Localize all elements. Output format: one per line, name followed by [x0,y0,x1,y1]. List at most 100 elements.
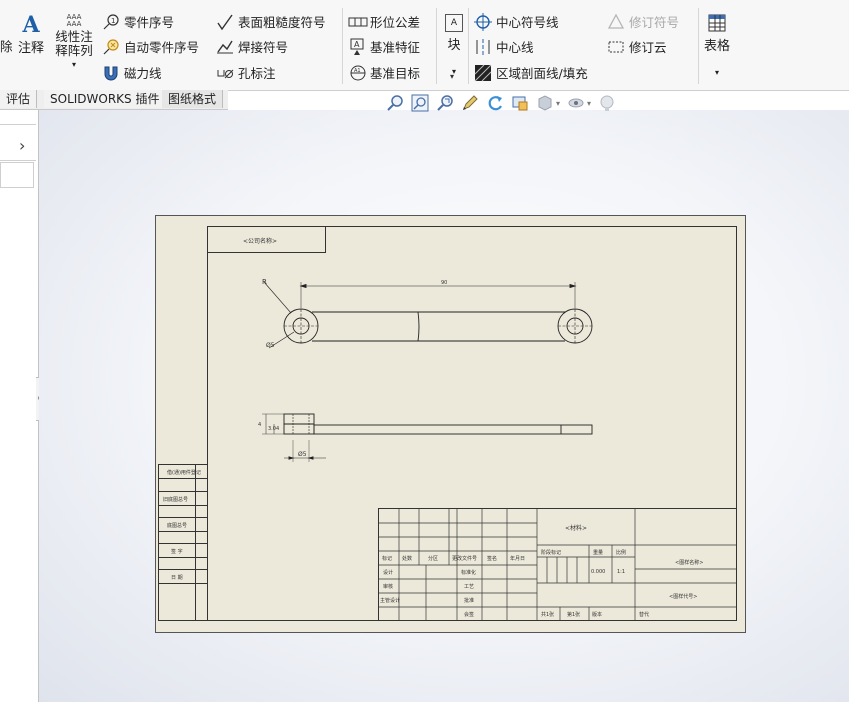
tab-evaluate[interactable]: 评估 [0,90,38,108]
dimension-height-1[interactable]: 4 [258,422,261,428]
hole-callout-button[interactable]: 孔标注 [216,63,276,82]
datum-feature-button[interactable]: A 基准特征 [348,37,420,56]
heads-up-view-toolbar: ▾ ▾ [386,94,616,112]
sketch-pencil-icon[interactable] [461,94,479,112]
rotate-view-icon[interactable] [486,94,504,112]
tb-sheet-total: 共1张 [541,612,555,618]
balloon-label: 零件序号 [124,15,175,30]
cut-button[interactable]: 除 [0,36,13,55]
datum-feature-icon: A [348,38,366,56]
tb-drawing-name[interactable]: <图样名称> [675,559,703,566]
block-icon: A [445,14,463,32]
centerline-label: 中心线 [496,40,534,55]
tab-sheet-format[interactable]: 图纸格式 [162,90,224,108]
tb-scale-value[interactable]: 1:1 [617,569,625,575]
chevron-down-icon[interactable]: ▾ [587,99,591,108]
tb-drawing-no[interactable]: <图样代号> [669,593,697,600]
surface-finish-button[interactable]: 表面粗糙度符号 [216,12,326,31]
chevron-down-icon[interactable]: ▾ [52,60,96,69]
tb-row-count: 处数 [402,556,413,562]
revision-triangle-icon [607,13,625,31]
panel-field[interactable] [0,162,34,188]
view-orientation-icon[interactable] [536,94,554,112]
chevron-down-icon[interactable]: ▾ [450,72,454,81]
title-block: <材料> <图样名称> <图样代号> 阶段标记 重量 比例 0.000 1:1 … [378,508,736,620]
tb-version: 版本 [592,612,603,618]
annotation-button[interactable]: A 注释 [16,14,46,56]
center-mark-label: 中心符号线 [496,15,559,30]
annotation-a-icon: A [22,12,40,38]
front-view [262,413,593,462]
area-hatch-button[interactable]: 区域剖面线/填充 [474,63,588,82]
ribbon-separator [698,8,699,84]
dimension-bottom[interactable]: Ø5 [298,451,307,458]
cut-label: 除 [0,39,13,54]
chevron-down-icon[interactable]: ▾ [556,99,560,108]
ribbon-separator [436,8,437,84]
zoom-selection-icon[interactable] [436,94,454,112]
revision-symbol-label: 修订符号 [629,15,680,30]
tb-check: 审核 [383,584,394,590]
command-manager-ribbon: 除 A 注释 AAA AAA 线性注 释阵列 ▾ 1 零件序号 自动零件序号 磁力… [0,0,849,91]
zoom-to-fit-icon[interactable] [386,94,404,112]
balloon-button[interactable]: 1 零件序号 [102,12,174,31]
scene-light-icon[interactable] [598,94,616,112]
revision-cloud-button[interactable]: 修订云 [607,37,667,56]
table-icon [708,14,726,35]
revision-cloud-label: 修订云 [629,40,667,55]
datum-target-label: 基准目标 [370,66,421,81]
weld-symbol-icon [216,38,234,56]
center-mark-icon [474,12,492,31]
datum-target-button[interactable]: A1 基准目标 [348,63,420,82]
chevron-down-icon[interactable]: ▾ [702,68,732,77]
table-label: 表格 [703,39,730,54]
drawing-sheet[interactable]: <公司名称> 借(通)用件登记 旧底图总号 底图总号 签 字 日 期 90 R … [155,215,746,633]
block-label: 块 [447,38,461,53]
tb-stage-mark: 阶段标记 [541,550,562,556]
panel-row[interactable] [0,110,36,125]
tb-row-sign: 签名 [487,556,498,562]
chevron-right-icon[interactable]: › [19,136,25,155]
ribbon-separator [468,8,469,84]
geometric-tolerance-button[interactable]: 形位公差 [348,12,420,31]
dimension-radius[interactable]: R [262,278,267,286]
weld-symbol-button[interactable]: 焊接符号 [216,37,288,56]
dimension-length[interactable]: 90 [441,280,447,286]
magnetic-line-label: 磁力线 [124,66,162,81]
tb-row-zone: 分区 [428,556,439,562]
datum-target-icon: A1 [348,64,366,82]
tab-solidworks-addins[interactable]: SOLIDWORKS 插件 [44,90,167,108]
panel-row[interactable]: › [0,132,36,161]
magnetic-line-button[interactable]: 磁力线 [102,63,162,82]
surface-finish-label: 表面粗糙度符号 [238,15,326,30]
table-button[interactable]: 表格 ▾ [702,14,732,77]
magnet-icon [102,64,120,82]
tb-standardization: 标准化 [461,570,477,576]
tb-approve: 批准 [464,598,475,604]
tb-row-mark: 标记 [382,556,393,562]
hide-show-items-icon[interactable] [567,94,585,112]
svg-text:1: 1 [111,17,115,25]
auto-balloon-label: 自动零件序号 [124,40,200,55]
auto-balloon-icon [102,38,120,56]
linear-note-pattern-button[interactable]: AAA AAA 线性注 释阵列 ▾ [52,14,96,70]
dimension-height-2[interactable]: 3.04 [268,426,279,432]
revision-cloud-icon [607,38,625,56]
dimension-diameter[interactable]: Ø5 [266,342,275,349]
display-style-icon[interactable] [511,94,529,112]
zoom-area-icon[interactable] [411,94,429,112]
center-mark-button[interactable]: 中心符号线 [474,12,559,31]
centerline-button[interactable]: 中心线 [474,37,534,56]
tb-sheet-no: 第1张 [567,612,581,618]
surface-finish-icon [216,13,234,31]
svg-text:A: A [354,40,360,49]
tb-countersign: 会签 [464,612,475,618]
revision-symbol-button[interactable]: 修订符号 [607,12,679,31]
centerline-icon [474,38,492,56]
block-button[interactable]: A 块 ▾ [443,14,465,76]
auto-balloon-button[interactable]: 自动零件序号 [102,37,199,56]
tb-weight-value[interactable]: 0.000 [591,569,605,575]
tb-weight: 重量 [593,550,604,556]
tb-row-date: 年月日 [510,556,526,562]
tb-material[interactable]: <材料> [565,523,587,532]
